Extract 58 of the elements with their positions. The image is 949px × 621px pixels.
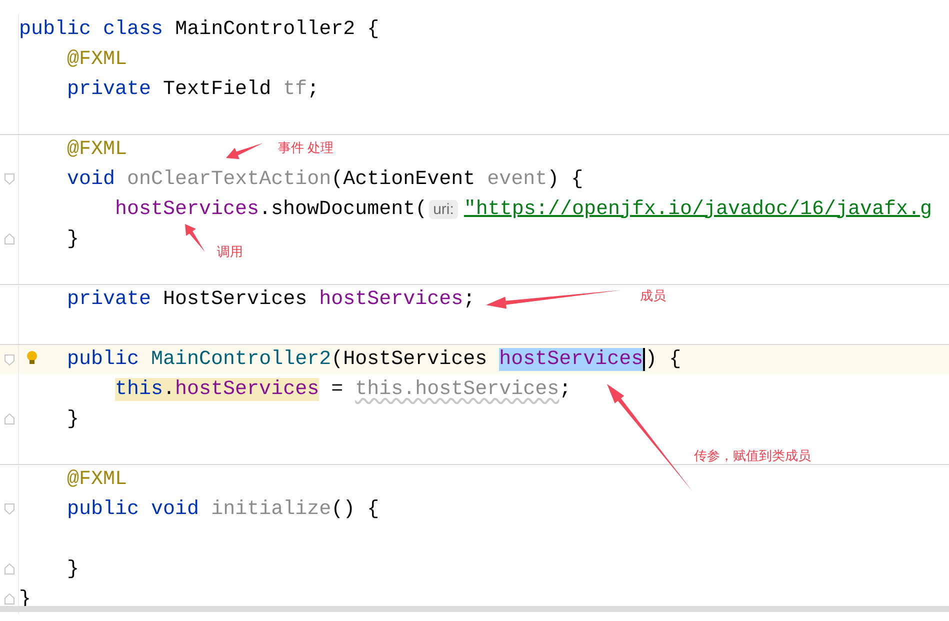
code-text: } [67, 408, 80, 430]
code-text: (HostServices [331, 348, 488, 371]
code-text: HostServices [163, 288, 308, 311]
fold-marker-icon[interactable] [4, 503, 14, 515]
fold-marker-icon[interactable] [4, 173, 14, 185]
unused-identifier: initialize [211, 498, 332, 520]
code-text: () { [331, 498, 380, 520]
unused-identifier: this.hostServices [355, 378, 560, 400]
keyword: public [67, 348, 140, 371]
fold-marker-icon[interactable] [4, 593, 14, 605]
code-text: = [331, 378, 344, 400]
annotation-label: 传参，赋值到类成员 [694, 447, 811, 465]
annotation-label: 成员 [640, 287, 666, 305]
keyword: private [67, 288, 152, 311]
code-text: ) { [547, 168, 584, 190]
annotation-arrow [185, 224, 205, 252]
keyword: public [19, 18, 92, 40]
parameter-hint: uri: [429, 200, 458, 218]
code-text: ; [463, 288, 476, 311]
code-text: } [67, 228, 80, 250]
annotation-label: 调用 [217, 243, 243, 261]
horizontal-scrollbar[interactable] [0, 606, 949, 612]
annotation: @FXML [67, 468, 128, 491]
keyword: this [115, 378, 164, 400]
keyword: public [67, 498, 140, 520]
annotation-arrow [226, 143, 263, 160]
annotation-label: 事件 处理 [278, 139, 334, 157]
code-text: { [367, 18, 380, 40]
keyword: private [67, 78, 152, 100]
lightbulb-icon[interactable] [26, 350, 38, 366]
unused-identifier: tf [283, 78, 308, 100]
keyword: class [103, 18, 164, 40]
code-text: ActionEvent [343, 168, 476, 190]
annotation: @FXML [67, 138, 128, 161]
keyword: void [151, 498, 200, 520]
annotation: @FXML [67, 48, 128, 70]
code-text: . [163, 378, 176, 400]
code-text: ; [559, 378, 572, 400]
field-name: hostServices [175, 378, 320, 400]
code-text: ( [331, 168, 344, 190]
code-text: TextField [163, 78, 272, 100]
fold-marker-icon[interactable] [4, 354, 14, 366]
code-text: MainController2 [175, 18, 356, 40]
constructor-name: MainController2 [151, 348, 332, 371]
keyword: void [67, 168, 116, 190]
unused-identifier: onClearTextAction [127, 168, 332, 190]
fold-marker-icon[interactable] [4, 563, 14, 575]
code-text: ; [307, 78, 320, 100]
fold-marker-icon[interactable] [4, 233, 14, 245]
code-text: ) { [645, 348, 682, 371]
field-name: hostServices [499, 348, 646, 371]
unused-identifier: event [487, 168, 548, 190]
field-name: hostServices [115, 198, 260, 220]
fold-marker-icon[interactable] [4, 413, 14, 425]
field-name: hostServices [319, 288, 464, 311]
string-literal: "https://openjfx.io/javadoc/16/javafx.g [464, 198, 932, 220]
code-text: } [67, 558, 80, 580]
code-text: .showDocument( [259, 198, 428, 220]
